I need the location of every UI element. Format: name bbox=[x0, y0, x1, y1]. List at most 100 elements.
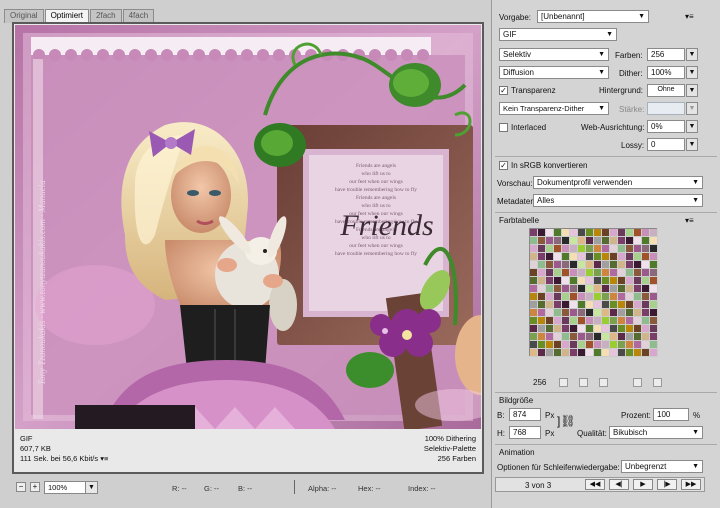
color-swatch[interactable] bbox=[618, 277, 626, 285]
info-menu-icon[interactable]: ▾≡ bbox=[100, 454, 108, 463]
color-swatch[interactable] bbox=[650, 245, 658, 253]
color-swatch[interactable] bbox=[538, 293, 546, 301]
color-swatch[interactable] bbox=[618, 301, 626, 309]
percent-field[interactable]: 100 bbox=[653, 408, 689, 421]
color-swatch[interactable] bbox=[602, 229, 610, 237]
quality-select[interactable]: Bikubisch ▼ bbox=[609, 426, 703, 439]
color-swatch[interactable] bbox=[602, 285, 610, 293]
color-swatch[interactable] bbox=[610, 285, 618, 293]
color-swatch[interactable] bbox=[634, 285, 642, 293]
first-frame-icon[interactable]: ◀◀ bbox=[585, 479, 605, 490]
color-swatch[interactable] bbox=[530, 317, 538, 325]
color-swatch[interactable] bbox=[562, 229, 570, 237]
color-swatch[interactable] bbox=[562, 333, 570, 341]
color-swatch[interactable] bbox=[594, 301, 602, 309]
color-swatch[interactable] bbox=[570, 325, 578, 333]
color-swatch[interactable] bbox=[586, 269, 594, 277]
color-swatch[interactable] bbox=[594, 277, 602, 285]
interlaced-checkbox[interactable] bbox=[499, 123, 508, 132]
color-swatch[interactable] bbox=[562, 269, 570, 277]
color-swatch[interactable] bbox=[610, 309, 618, 317]
colors-field[interactable]: 256 bbox=[647, 48, 685, 61]
color-swatch[interactable] bbox=[530, 285, 538, 293]
play-icon[interactable]: ▶ bbox=[633, 479, 653, 490]
color-swatch[interactable] bbox=[650, 341, 658, 349]
color-swatch[interactable] bbox=[642, 253, 650, 261]
color-swatch[interactable] bbox=[650, 237, 658, 245]
color-swatch[interactable] bbox=[602, 341, 610, 349]
color-swatch[interactable] bbox=[570, 229, 578, 237]
color-swatch[interactable] bbox=[634, 253, 642, 261]
color-swatch[interactable] bbox=[642, 301, 650, 309]
color-swatch[interactable] bbox=[546, 285, 554, 293]
link-icon[interactable]: ]⛓ bbox=[557, 414, 576, 428]
color-swatch[interactable] bbox=[618, 325, 626, 333]
color-swatch[interactable] bbox=[578, 349, 586, 357]
color-swatch[interactable] bbox=[634, 301, 642, 309]
color-swatch[interactable] bbox=[562, 261, 570, 269]
color-swatch[interactable] bbox=[626, 229, 634, 237]
color-swatch[interactable] bbox=[546, 293, 554, 301]
color-swatch[interactable] bbox=[538, 301, 546, 309]
optimized-image-preview[interactable]: Friends are angels who lift us to our feet… bbox=[15, 25, 481, 429]
color-swatch[interactable] bbox=[594, 285, 602, 293]
width-field[interactable]: 874 bbox=[509, 408, 541, 421]
color-swatch[interactable] bbox=[594, 253, 602, 261]
color-swatch[interactable] bbox=[586, 309, 594, 317]
color-swatch[interactable] bbox=[610, 277, 618, 285]
color-swatch[interactable] bbox=[530, 325, 538, 333]
color-swatch[interactable] bbox=[594, 309, 602, 317]
color-swatch[interactable] bbox=[538, 245, 546, 253]
color-swatch[interactable] bbox=[570, 349, 578, 357]
color-swatch[interactable] bbox=[546, 245, 554, 253]
color-swatch[interactable] bbox=[554, 293, 562, 301]
color-swatch[interactable] bbox=[546, 269, 554, 277]
color-swatch[interactable] bbox=[602, 237, 610, 245]
color-swatch[interactable] bbox=[618, 349, 626, 357]
color-swatch[interactable] bbox=[626, 237, 634, 245]
web-snap-field[interactable]: 0% bbox=[647, 120, 685, 133]
color-swatch[interactable] bbox=[642, 245, 650, 253]
color-swatch[interactable] bbox=[642, 277, 650, 285]
color-swatch[interactable] bbox=[562, 317, 570, 325]
color-swatch[interactable] bbox=[530, 309, 538, 317]
dither-dropdown-icon[interactable]: ▼ bbox=[686, 66, 698, 79]
tab-4fach[interactable]: 4fach bbox=[122, 9, 155, 23]
color-swatch[interactable] bbox=[642, 349, 650, 357]
color-swatch[interactable] bbox=[642, 309, 650, 317]
color-swatch[interactable] bbox=[602, 333, 610, 341]
color-swatch[interactable] bbox=[586, 293, 594, 301]
color-swatch[interactable] bbox=[562, 245, 570, 253]
color-swatch[interactable] bbox=[546, 261, 554, 269]
lossy-field[interactable]: 0 bbox=[647, 138, 685, 151]
dither-field[interactable]: 100% bbox=[647, 66, 685, 79]
color-swatch[interactable] bbox=[650, 277, 658, 285]
color-swatch[interactable] bbox=[634, 309, 642, 317]
color-swatch[interactable] bbox=[586, 285, 594, 293]
color-swatch[interactable] bbox=[546, 341, 554, 349]
next-frame-icon[interactable]: |▶ bbox=[657, 479, 677, 490]
color-swatch[interactable] bbox=[586, 317, 594, 325]
color-swatch[interactable] bbox=[570, 237, 578, 245]
metadata-select[interactable]: Alles ▼ bbox=[533, 194, 703, 207]
color-swatch[interactable] bbox=[610, 253, 618, 261]
color-swatch[interactable] bbox=[650, 333, 658, 341]
color-swatch[interactable] bbox=[546, 229, 554, 237]
color-swatch[interactable] bbox=[554, 285, 562, 293]
color-swatch[interactable] bbox=[594, 229, 602, 237]
color-swatch[interactable] bbox=[578, 277, 586, 285]
color-swatch[interactable] bbox=[562, 349, 570, 357]
color-swatch[interactable] bbox=[650, 317, 658, 325]
color-swatch[interactable] bbox=[546, 317, 554, 325]
color-swatch[interactable] bbox=[650, 325, 658, 333]
color-swatch[interactable] bbox=[538, 277, 546, 285]
color-swatch[interactable] bbox=[530, 229, 538, 237]
color-swatch[interactable] bbox=[618, 253, 626, 261]
color-swatch[interactable] bbox=[650, 261, 658, 269]
color-swatch[interactable] bbox=[650, 301, 658, 309]
reduction-select[interactable]: Selektiv ▼ bbox=[499, 48, 609, 61]
color-swatch[interactable] bbox=[538, 333, 546, 341]
colors-dropdown-icon[interactable]: ▼ bbox=[686, 48, 698, 61]
color-swatch[interactable] bbox=[586, 237, 594, 245]
color-swatch[interactable] bbox=[586, 349, 594, 357]
